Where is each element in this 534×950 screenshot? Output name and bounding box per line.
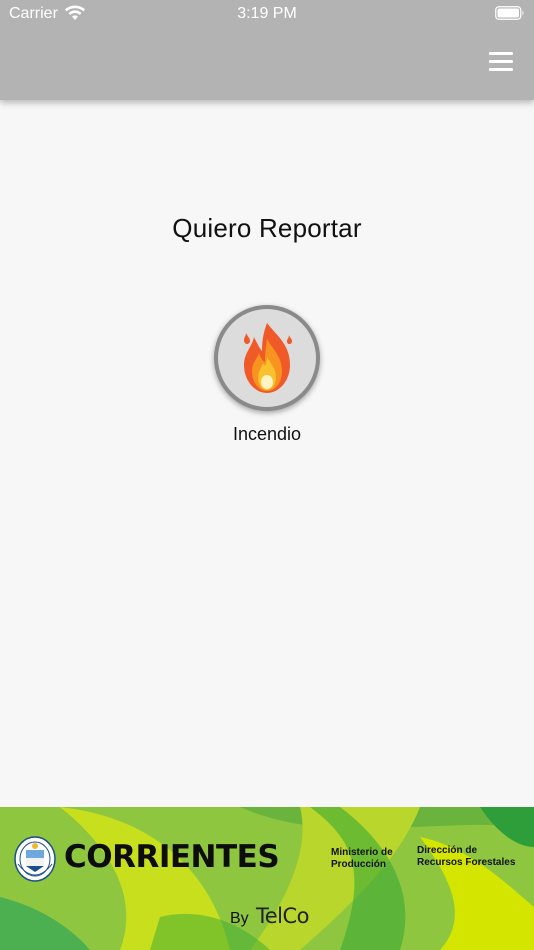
- direccion-line-2: Recursos Forestales: [417, 857, 516, 868]
- provincial-seal-icon: [14, 836, 56, 882]
- report-option-incendio[interactable]: Incendio: [207, 306, 327, 451]
- status-bar: Carrier 3:19 PM: [0, 0, 534, 28]
- footer-background: [0, 807, 534, 950]
- hamburger-menu-icon[interactable]: [489, 52, 515, 72]
- direccion-label: Dirección de Recursos Forestales: [417, 845, 529, 869]
- report-icon-button[interactable]: [218, 309, 316, 407]
- page-title: Quiero Reportar: [172, 213, 362, 243]
- ministerio-label: Ministerio de Producción: [331, 847, 411, 871]
- by-label: By: [230, 910, 249, 927]
- report-option-label: Incendio: [232, 424, 302, 444]
- footer-banner: CORRIENTES Ministerio de Producción Dire…: [0, 807, 534, 950]
- top-navigation-bar: Carrier 3:19 PM: [0, 0, 534, 100]
- status-time: 3:19 PM: [237, 5, 297, 22]
- fire-icon: [244, 323, 292, 393]
- ministerio-line-1: Ministerio de: [331, 847, 393, 858]
- direccion-line-1: Dirección de: [417, 845, 478, 856]
- battery-icon: [495, 6, 524, 20]
- ministerio-line-2: Producción: [331, 859, 387, 870]
- footer-brand-name: CORRIENTES: [64, 839, 280, 875]
- telco-logo: TelCo: [256, 904, 310, 928]
